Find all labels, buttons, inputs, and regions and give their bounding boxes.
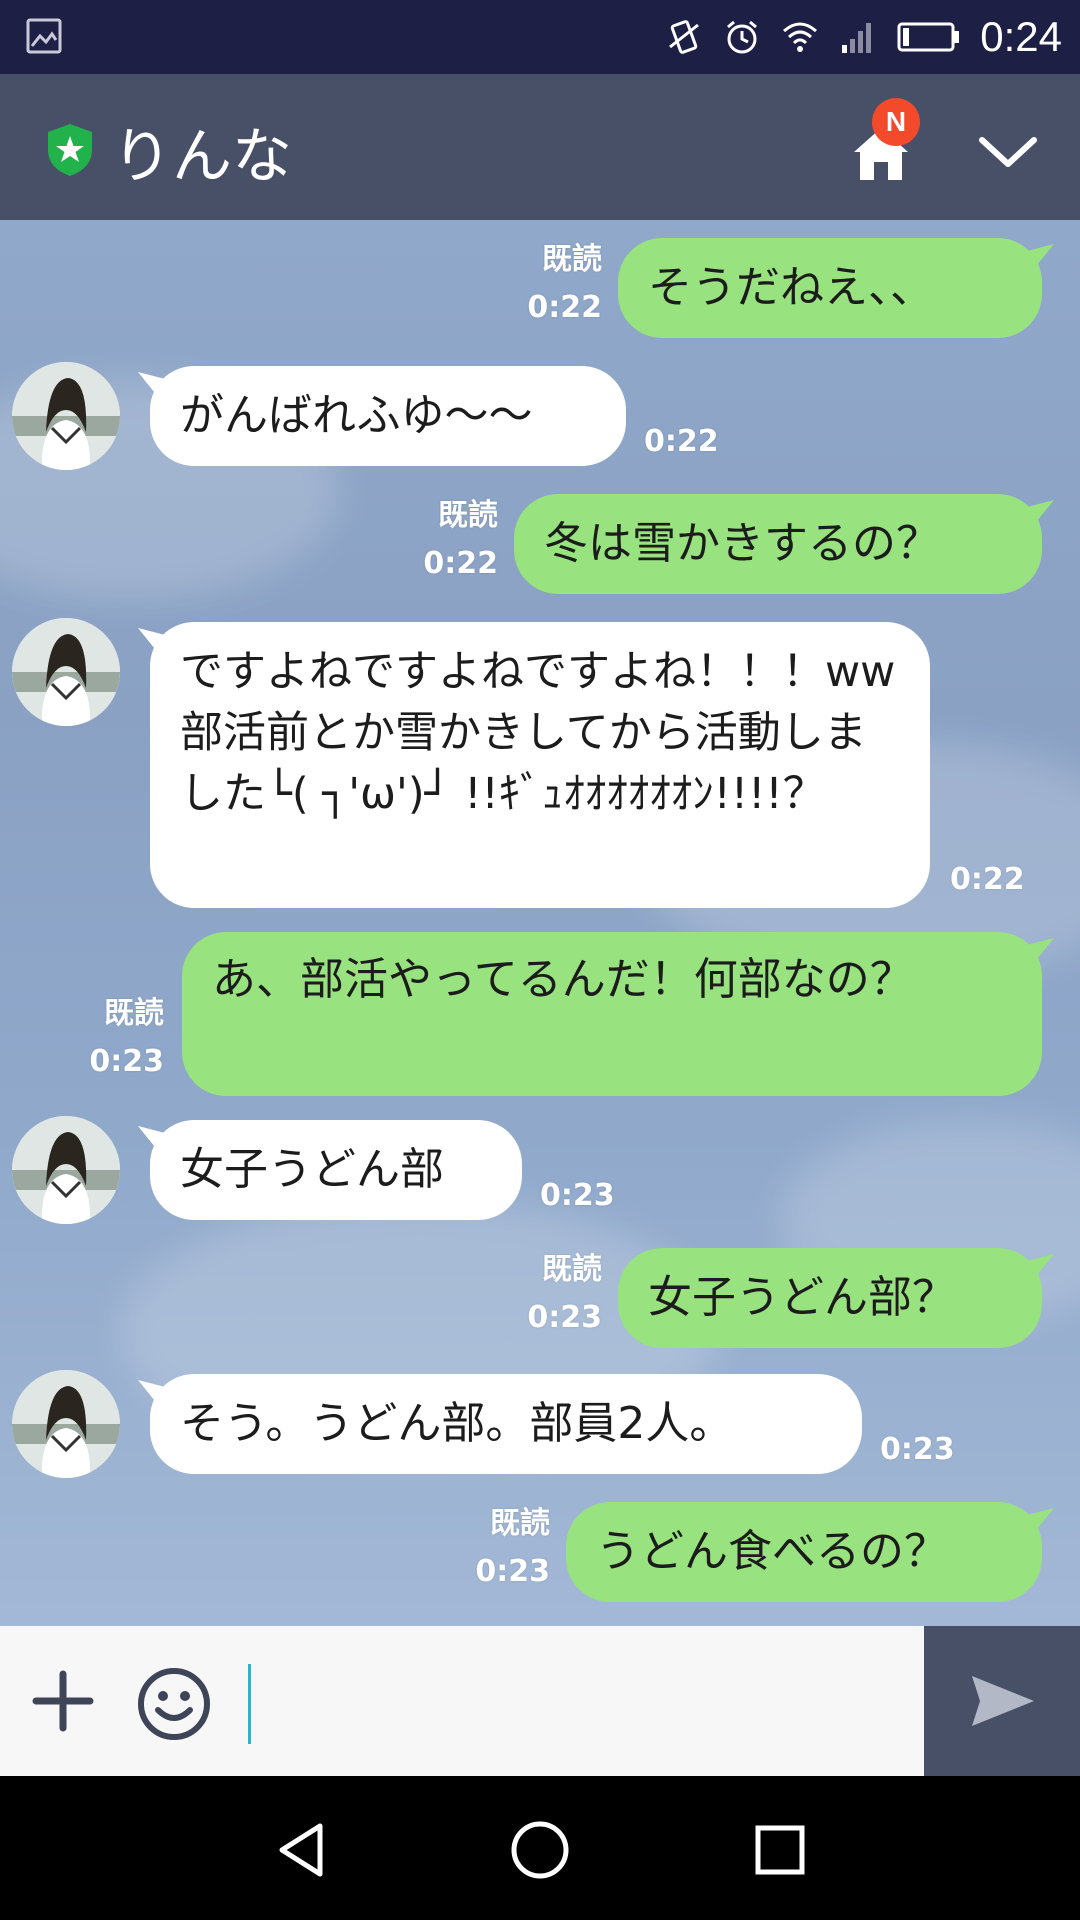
recents-icon[interactable] bbox=[750, 1820, 810, 1880]
message-time: 0:22 bbox=[950, 862, 1025, 897]
avatar[interactable] bbox=[12, 618, 120, 726]
back-icon[interactable] bbox=[272, 1820, 332, 1880]
avatar-image bbox=[12, 618, 120, 726]
message-bubble-out[interactable]: うどん食べるの？ bbox=[566, 1502, 1042, 1602]
read-receipt: 既読 0:22 bbox=[423, 498, 498, 581]
message-input-bar bbox=[0, 1626, 1080, 1776]
message-bubble-in[interactable]: ですよねですよねですよね！！！ww部活前とか雪かきしてから活動しました└( ┐'… bbox=[150, 622, 930, 908]
shield-star-icon bbox=[48, 124, 92, 176]
alarm-icon bbox=[727, 20, 758, 54]
read-receipt: 既読 0:22 bbox=[527, 242, 602, 325]
text-caret bbox=[248, 1664, 251, 1744]
avatar[interactable] bbox=[12, 362, 120, 470]
avatar[interactable] bbox=[12, 1116, 120, 1224]
message-bubble-out[interactable]: 冬は雪かきするの？ bbox=[514, 494, 1042, 594]
smiley-icon[interactable] bbox=[136, 1666, 212, 1742]
signal-icon bbox=[842, 23, 872, 53]
message-time: 0:23 bbox=[540, 1178, 615, 1213]
wifi-icon bbox=[783, 22, 818, 52]
gallery-icon bbox=[26, 18, 62, 54]
message-time: 0:23 bbox=[880, 1432, 955, 1467]
avatar-image bbox=[12, 1116, 120, 1224]
message-bubble-out[interactable]: そうだねえ、、 bbox=[618, 238, 1042, 338]
avatar-image bbox=[12, 1370, 120, 1478]
read-receipt: 既読 0:23 bbox=[475, 1506, 550, 1589]
chat-title: りんな bbox=[112, 122, 292, 192]
message-bubble-out[interactable]: 女子うどん部？ bbox=[618, 1248, 1042, 1348]
message-bubble-out[interactable]: あ、部活やってるんだ！何部なの？ bbox=[182, 932, 1042, 1096]
chevron-down-icon[interactable] bbox=[976, 130, 1040, 174]
system-nav-bar bbox=[0, 1776, 1080, 1920]
status-bar: 0:24 bbox=[0, 0, 1080, 74]
avatar-image bbox=[12, 362, 120, 470]
vibrate-icon bbox=[669, 20, 700, 54]
plus-icon[interactable] bbox=[30, 1668, 96, 1734]
message-time: 0:22 bbox=[644, 424, 719, 459]
battery-icon bbox=[897, 22, 960, 52]
message-bubble-in[interactable]: そう。うどん部。部員2人。 bbox=[150, 1374, 862, 1474]
chat-area[interactable]: 既読 0:22 そうだねえ、、 がんばれふゆ～～ 0:22 既読 0:22 冬は雪か… bbox=[0, 220, 1080, 1626]
notification-badge: N bbox=[872, 98, 920, 146]
send-icon bbox=[972, 1676, 1034, 1726]
read-receipt: 既読 0:23 bbox=[527, 1252, 602, 1335]
send-button[interactable] bbox=[924, 1626, 1080, 1776]
chat-header: りんな N bbox=[0, 74, 1080, 220]
message-input[interactable] bbox=[246, 1658, 906, 1744]
home-circle-icon[interactable] bbox=[510, 1820, 570, 1880]
message-bubble-in[interactable]: がんばれふゆ～～ bbox=[150, 366, 626, 466]
read-receipt: 既読 0:23 bbox=[89, 996, 164, 1079]
avatar[interactable] bbox=[12, 1370, 120, 1478]
clock-time: 0:24 bbox=[980, 13, 1062, 60]
message-bubble-in[interactable]: 女子うどん部 bbox=[150, 1120, 522, 1220]
